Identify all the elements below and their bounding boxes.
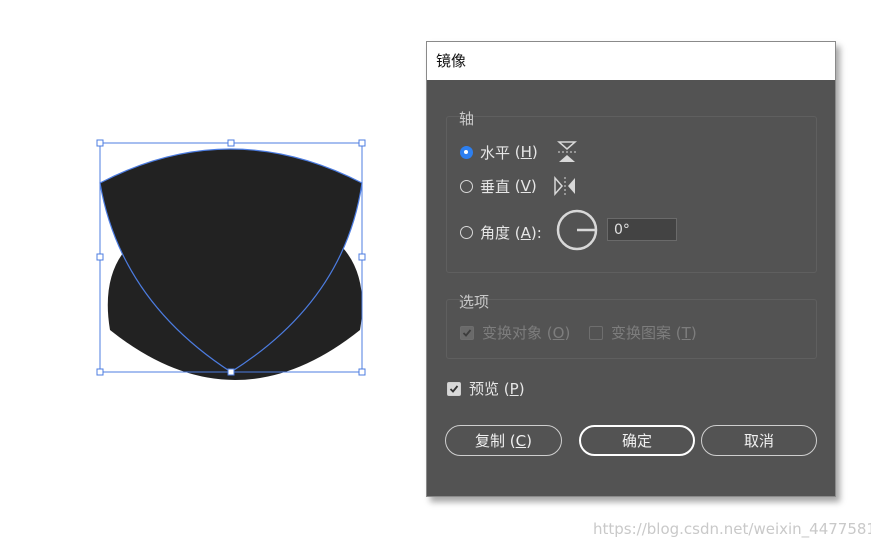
copy-button[interactable]: 复制 (C) (445, 425, 562, 456)
cancel-button[interactable]: 取消 (701, 425, 817, 456)
angle-label: 角度 (480, 224, 511, 242)
angle-radio[interactable] (460, 226, 473, 239)
transform-patterns-label: 变换图案 (611, 324, 672, 342)
angle-input[interactable] (607, 218, 677, 241)
horizontal-radio[interactable] (460, 145, 473, 159)
horizontal-shortcut: H (520, 143, 532, 161)
transform-objects-label: 变换对象 (482, 324, 543, 342)
angle-dial-icon[interactable] (555, 208, 599, 252)
axis-group-label: 轴 (459, 110, 475, 128)
horizontal-radio-row[interactable]: 水平 (H) (460, 140, 578, 164)
preview-label: 预览 (469, 380, 500, 398)
copy-button-label: 复制 (475, 432, 506, 450)
transform-patterns-checkbox[interactable] (589, 325, 603, 340)
dialog-title[interactable]: 镜像 (427, 42, 835, 80)
transform-objects-shortcut: O (552, 323, 565, 342)
vertical-shortcut: V (520, 177, 531, 195)
angle-shortcut: A (520, 223, 531, 242)
transform-patterns-row[interactable]: 变换图案 (T) (589, 322, 697, 343)
vertical-label: 垂直 (480, 177, 511, 196)
preview-shortcut: P (509, 379, 519, 398)
ok-button[interactable]: 确定 (579, 425, 695, 456)
vertical-radio[interactable] (460, 179, 473, 193)
angle-radio-row[interactable]: 角度 (A): (460, 222, 542, 243)
horizontal-label: 水平 (480, 143, 511, 162)
transform-patterns-shortcut: T (681, 323, 691, 342)
transform-objects-row[interactable]: 变换对象 (O) (460, 322, 570, 343)
preview-checkbox[interactable] (447, 381, 461, 396)
reflect-dialog: 镜像 轴 水平 (H) 垂直 (V) 角度 (A): 选项 (426, 41, 836, 497)
transform-objects-checkbox[interactable] (460, 325, 474, 340)
vertical-radio-row[interactable]: 垂直 (V) (460, 175, 577, 197)
ok-button-label: 确定 (621, 432, 652, 450)
checkmark-icon (462, 328, 472, 337)
reflect-horizontal-icon (556, 141, 577, 162)
artwork-canvas[interactable] (90, 130, 380, 385)
cancel-button-label: 取消 (743, 432, 774, 450)
reflect-vertical-icon (554, 176, 575, 196)
preview-row[interactable]: 预览 (P) (447, 378, 525, 399)
checkmark-icon (449, 384, 459, 393)
options-group-label: 选项 (459, 293, 490, 311)
watermark-text: https://blog.csdn.net/weixin_44775811 (593, 520, 871, 538)
copy-button-shortcut: C (515, 431, 527, 450)
